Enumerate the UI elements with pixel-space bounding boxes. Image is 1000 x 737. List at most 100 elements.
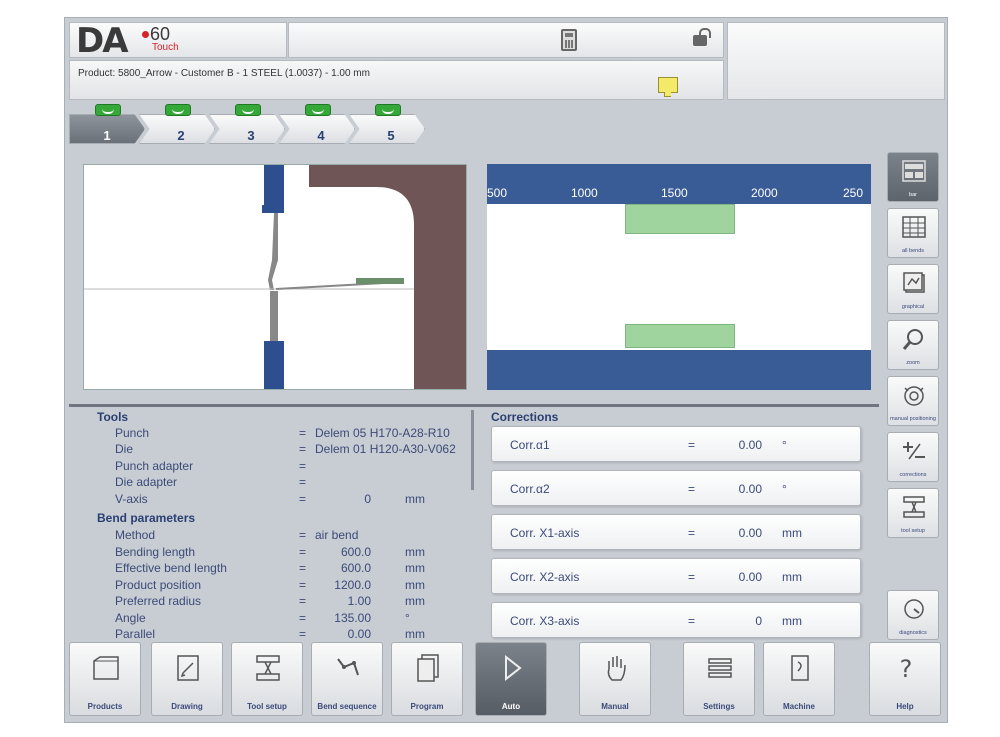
nav-bend-sequence-button[interactable]: Bend sequence: [311, 642, 383, 716]
tab-bend-1[interactable]: 1: [69, 114, 145, 144]
svg-text:?: ?: [900, 655, 913, 683]
folder-icon: [93, 656, 119, 680]
panel-divider[interactable]: [471, 410, 474, 490]
equals-sign: =: [688, 526, 696, 540]
nav-program-button[interactable]: Program: [391, 642, 463, 716]
corr-x1-field[interactable]: Corr. X1-axis = 0.00 mm: [491, 514, 861, 550]
axis-tick-label: 2000: [751, 186, 778, 200]
nav-products-button[interactable]: Products: [69, 642, 141, 716]
nav-drawing-button[interactable]: Drawing: [151, 642, 223, 716]
equals-sign: =: [688, 482, 696, 496]
corr-alpha1-field[interactable]: Corr.α1 = 0.00 °: [491, 426, 861, 462]
hand-icon: [607, 656, 626, 681]
equals-sign: =: [688, 570, 696, 584]
bend-status-icon: [375, 104, 401, 116]
product-description: Product: 5800_Arrow - Customer B - 1 STE…: [78, 68, 370, 79]
nav-label: Products: [87, 702, 123, 711]
button-label: all bends: [901, 248, 925, 254]
row-value: 0.00: [738, 570, 762, 584]
button-label: zoom: [906, 360, 920, 366]
bar-view-icon: [902, 160, 926, 182]
note-icon[interactable]: [658, 77, 678, 97]
nav-manual-button[interactable]: Manual: [579, 642, 651, 716]
tab-bend-4[interactable]: 4: [279, 114, 355, 144]
graphical-button[interactable]: graphical: [887, 264, 939, 314]
equals-sign: =: [299, 442, 307, 456]
side-view-graphic[interactable]: [83, 164, 467, 390]
row-key: Corr. X3-axis: [510, 614, 580, 628]
diagnostics-button[interactable]: diagnostics: [887, 590, 939, 640]
equals-sign: =: [299, 545, 307, 559]
equals-sign: =: [299, 492, 307, 506]
row-key: Product position: [115, 578, 202, 592]
nav-help-button[interactable]: ? Help: [869, 642, 941, 716]
zoom-button[interactable]: zoom: [887, 320, 939, 370]
bar-view-button[interactable]: bar: [887, 152, 939, 202]
table-icon: [902, 216, 926, 238]
graphics-area: 500 1000 1500 2000 250: [69, 152, 879, 402]
logo-model-text: 60: [150, 24, 171, 44]
row-unit: °: [405, 611, 410, 625]
nav-tool-setup-button[interactable]: Tool setup: [231, 642, 303, 716]
logo: DA 60 Touch: [69, 22, 287, 58]
tool-setup-side-button[interactable]: tool setup: [887, 488, 939, 538]
logo-dot-icon: [142, 31, 149, 38]
graphical-icon: [903, 272, 925, 293]
nav-auto-button[interactable]: Auto: [475, 642, 547, 716]
row-value: 600.0: [340, 561, 371, 575]
manual-positioning-button[interactable]: manual positioning: [887, 376, 939, 426]
row-value: Delem 05 H170-A28-R10: [315, 426, 450, 440]
tab-bend-3[interactable]: 3: [209, 114, 285, 144]
all-bends-button[interactable]: all bends: [887, 208, 939, 258]
bend-status-icon: [165, 104, 191, 116]
row-value: 1200.0: [334, 578, 371, 592]
button-label: manual positioning: [890, 416, 936, 422]
row-key: Preferred radius: [115, 594, 202, 608]
tab-label: 1: [103, 128, 111, 143]
tab-bend-2[interactable]: 2: [139, 114, 215, 144]
settings-list-icon: [708, 658, 732, 678]
nav-label: Bend sequence: [317, 702, 377, 711]
nav-settings-button[interactable]: Settings: [683, 642, 755, 716]
row-value: 0: [755, 614, 762, 628]
side-view-drawing: [84, 165, 466, 389]
corr-x2-field[interactable]: Corr. X2-axis = 0.00 mm: [491, 558, 861, 594]
equals-sign: =: [299, 627, 307, 641]
equals-sign: =: [688, 438, 696, 452]
axis-tick-label: 1000: [571, 186, 598, 200]
magnifier-icon: [902, 329, 923, 350]
equals-sign: =: [299, 475, 307, 489]
logo-sub-text: Touch: [152, 42, 179, 53]
corr-alpha2-field[interactable]: Corr.α2 = 0.00 °: [491, 470, 861, 506]
row-key: Angle: [115, 611, 146, 625]
corrections-button[interactable]: corrections: [887, 432, 939, 482]
row-unit: mm: [405, 594, 425, 608]
row-key: Corr.α1: [510, 438, 550, 452]
bend-parameters-title: Bend parameters: [97, 511, 196, 525]
row-value: 0.00: [738, 482, 762, 496]
drawing-icon: [177, 655, 199, 681]
tab-bend-5[interactable]: 5: [349, 114, 425, 144]
nav-label: Manual: [601, 702, 629, 711]
nav-label: Tool setup: [247, 702, 287, 711]
equals-sign: =: [299, 459, 307, 473]
equals-sign: =: [688, 614, 696, 628]
row-value: 600.0: [340, 545, 371, 559]
header-right-panel: [727, 22, 945, 100]
row-value: 135.00: [334, 611, 371, 625]
equals-sign: =: [299, 426, 307, 440]
axis-tick-label: 250: [843, 186, 864, 200]
front-view-graphic[interactable]: 500 1000 1500 2000 250: [487, 164, 871, 390]
row-unit: mm: [782, 614, 802, 628]
bend-status-icon: [95, 104, 121, 116]
row-key: Corr. X2-axis: [510, 570, 580, 584]
unlock-icon[interactable]: [693, 28, 711, 46]
row-key: Bending length: [115, 545, 196, 559]
nav-machine-button[interactable]: Machine: [763, 642, 835, 716]
equals-sign: =: [299, 578, 307, 592]
corr-x3-field[interactable]: Corr. X3-axis = 0 mm: [491, 602, 861, 638]
equals-sign: =: [299, 594, 307, 608]
control-window: DA 60 Touch Product: 5800_Arrow - Custom…: [64, 17, 948, 723]
calculator-icon[interactable]: [561, 29, 577, 51]
row-value: 0.00: [738, 526, 762, 540]
